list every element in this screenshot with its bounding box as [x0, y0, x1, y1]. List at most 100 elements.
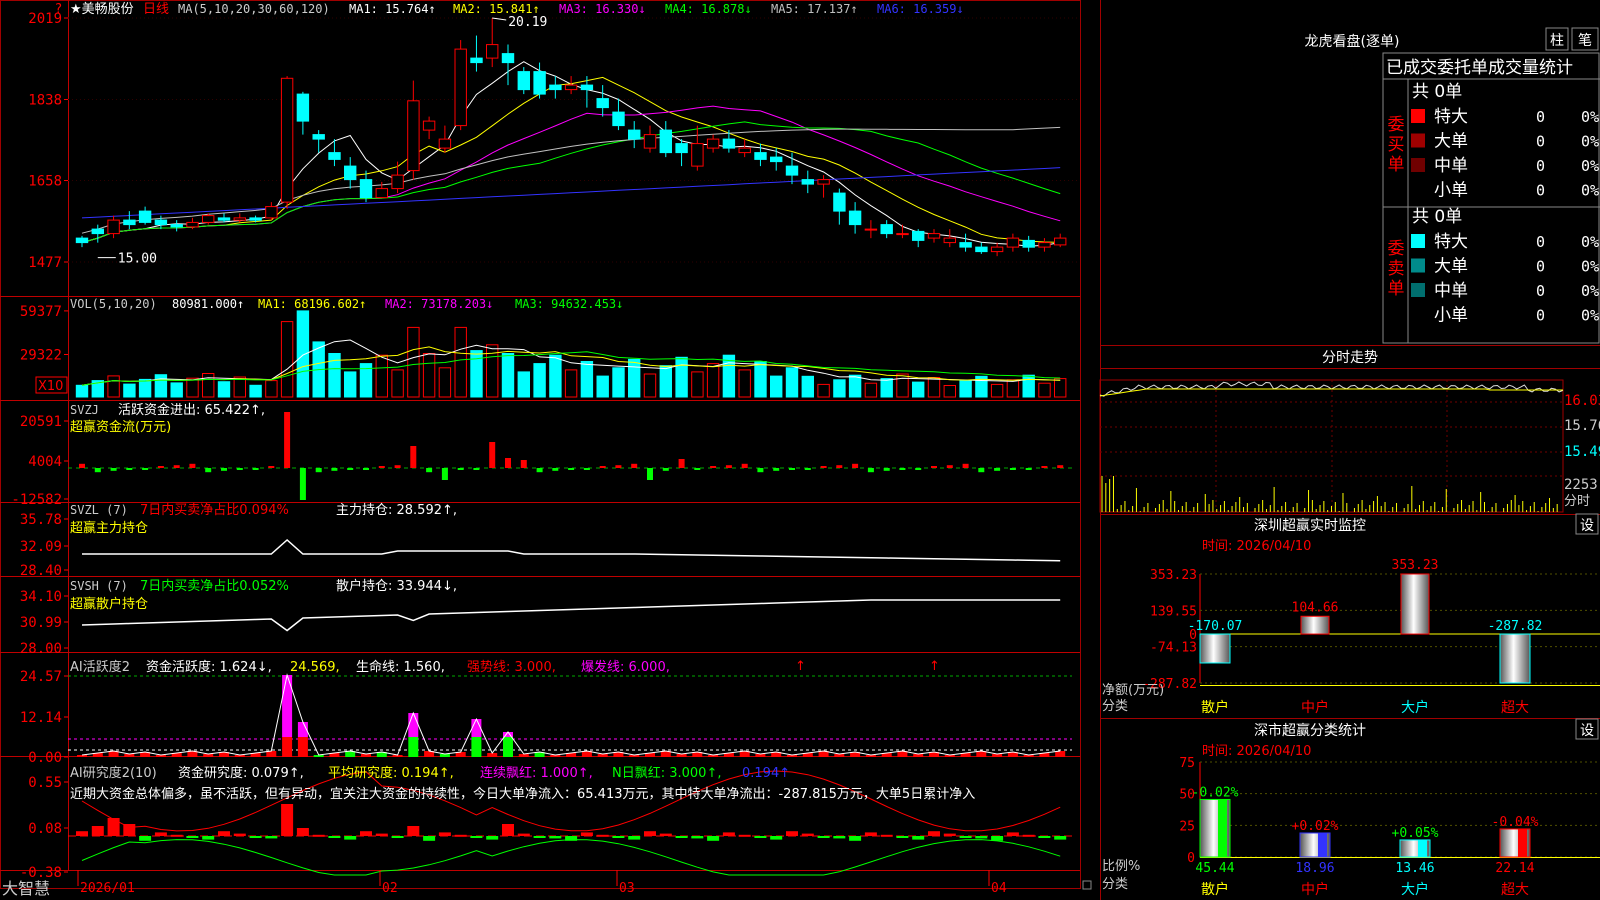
research-bar[interactable] — [1006, 832, 1019, 836]
candle[interactable] — [722, 138, 736, 149]
candle[interactable] — [564, 84, 578, 91]
research-bar[interactable] — [170, 834, 183, 837]
fund-flow-bar[interactable] — [394, 465, 401, 468]
candle[interactable] — [422, 120, 436, 131]
fund-flow-bar[interactable] — [741, 463, 748, 468]
research-bar[interactable] — [360, 831, 372, 836]
volume-bar[interactable] — [533, 363, 546, 398]
candle[interactable] — [643, 134, 657, 149]
research-bar[interactable] — [344, 836, 357, 840]
fund-flow-bar[interactable] — [710, 466, 717, 468]
volume-bar[interactable] — [785, 367, 799, 398]
volume-bar[interactable] — [959, 380, 972, 398]
volume-bar[interactable] — [517, 371, 530, 398]
volume-bar[interactable] — [280, 321, 294, 398]
research-bar[interactable] — [612, 836, 625, 838]
volume-bar[interactable] — [833, 379, 846, 398]
fund-flow-bar[interactable] — [284, 412, 291, 468]
candle[interactable] — [249, 217, 262, 221]
volume-bar[interactable] — [75, 384, 89, 398]
research-bar[interactable] — [943, 833, 956, 836]
fund-flow-bar[interactable] — [678, 459, 685, 468]
candle[interactable] — [848, 210, 862, 226]
monitor-bar[interactable] — [1499, 633, 1531, 684]
candle[interactable] — [580, 84, 594, 91]
volume-bar[interactable] — [912, 381, 925, 398]
research-bar[interactable] — [928, 831, 940, 836]
candle[interactable] — [691, 143, 704, 167]
fund-flow-bar[interactable] — [694, 468, 701, 470]
volume-bar[interactable] — [1054, 378, 1067, 398]
fund-flow-bar[interactable] — [378, 466, 385, 468]
fund-flow-bar[interactable] — [1041, 466, 1048, 468]
research-bar[interactable] — [139, 836, 152, 841]
volume-bar[interactable] — [249, 384, 262, 398]
activity-bar[interactable] — [282, 737, 293, 757]
volume-bar[interactable] — [170, 382, 183, 398]
research-bar[interactable] — [1054, 836, 1067, 840]
volume-bar[interactable] — [470, 350, 483, 398]
candle[interactable] — [943, 237, 956, 244]
volume-bar[interactable] — [691, 371, 704, 398]
research-bar[interactable] — [202, 836, 215, 840]
research-bar[interactable] — [864, 832, 877, 836]
candle[interactable] — [123, 219, 136, 226]
candle[interactable] — [391, 174, 404, 190]
fund-flow-bar[interactable] — [946, 465, 953, 468]
fund-flow-bar[interactable] — [883, 468, 890, 471]
research-bar[interactable] — [1022, 834, 1035, 837]
candle[interactable] — [501, 53, 515, 64]
volume-bar[interactable] — [580, 361, 594, 398]
fund-flow-bar[interactable] — [236, 468, 243, 470]
volume-bar[interactable] — [375, 354, 389, 398]
candle[interactable] — [280, 77, 294, 203]
candle[interactable] — [1038, 242, 1051, 248]
research-bar[interactable] — [265, 836, 278, 839]
fund-flow-bar[interactable] — [631, 463, 638, 468]
volume-bar[interactable] — [438, 367, 452, 398]
research-bar[interactable] — [1038, 836, 1051, 838]
research-bar[interactable] — [233, 833, 246, 836]
candle[interactable] — [217, 217, 231, 221]
research-bar[interactable] — [801, 833, 814, 836]
fund-flow-bar[interactable] — [773, 468, 780, 471]
monitor-bar[interactable] — [1400, 573, 1430, 635]
research-bar[interactable] — [470, 836, 483, 838]
kline-chart-area[interactable]: 201918381658147720.1915.00★美畅股份 日线 MA(5,10… — [0, 0, 1600, 900]
candle[interactable] — [75, 237, 89, 244]
fund-flow-bar[interactable] — [426, 468, 433, 473]
volume-bar[interactable] — [107, 375, 120, 398]
candle[interactable] — [186, 221, 199, 228]
research-bar[interactable] — [770, 836, 783, 840]
candle[interactable] — [517, 71, 530, 91]
volume-bar[interactable] — [675, 356, 688, 398]
monitor-bar[interactable] — [1199, 633, 1231, 664]
research-bar[interactable] — [754, 836, 767, 838]
volume-bar[interactable] — [801, 375, 814, 398]
candle[interactable] — [454, 48, 467, 127]
volume-bar[interactable] — [706, 363, 720, 398]
fund-flow-bar[interactable] — [615, 465, 622, 468]
fund-flow-bar[interactable] — [552, 468, 559, 471]
research-bar[interactable] — [707, 836, 720, 841]
volume-bar[interactable] — [265, 380, 278, 398]
research-bar[interactable] — [107, 818, 120, 836]
volume-bar[interactable] — [628, 358, 641, 398]
research-bar[interactable] — [722, 832, 735, 836]
fund-flow-bar[interactable] — [1025, 468, 1032, 470]
candle[interactable] — [1006, 237, 1020, 248]
fund-flow-bar[interactable] — [599, 466, 606, 468]
volume-bar[interactable] — [927, 377, 941, 398]
research-bar[interactable] — [218, 831, 230, 836]
research-bar[interactable] — [833, 836, 846, 839]
candle[interactable] — [833, 192, 846, 212]
candle[interactable] — [549, 84, 562, 91]
research-bar[interactable] — [738, 834, 751, 837]
fund-flow-bar[interactable] — [520, 460, 527, 468]
volume-bar[interactable] — [344, 371, 357, 398]
candle[interactable] — [896, 233, 909, 236]
candle[interactable] — [533, 71, 546, 95]
fund-flow-bar[interactable] — [205, 468, 212, 473]
volume-bar[interactable] — [1022, 374, 1035, 398]
research-bar[interactable] — [502, 824, 514, 836]
